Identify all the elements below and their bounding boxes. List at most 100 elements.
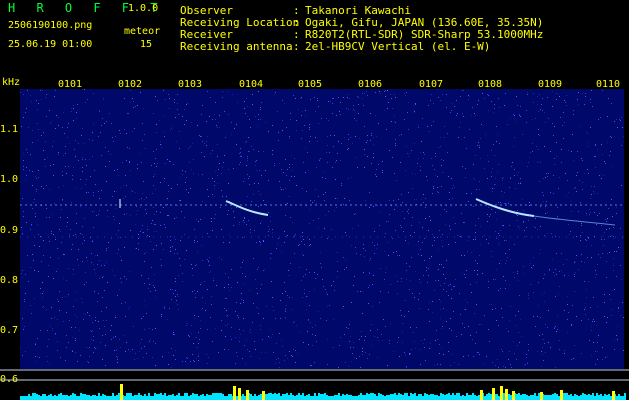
noise-speckle — [377, 357, 378, 358]
noise-speckle — [92, 240, 93, 241]
noise-speckle — [337, 252, 338, 253]
noise-speckle — [73, 120, 74, 121]
noise-speckle — [89, 347, 90, 348]
noise-speckle — [440, 309, 441, 310]
noise-speckle — [287, 235, 288, 236]
noise-speckle — [574, 188, 575, 189]
noise-speckle — [616, 251, 617, 252]
noise-speckle — [501, 191, 502, 192]
noise-speckle — [100, 342, 101, 343]
noise-speckle — [302, 254, 303, 255]
noise-speckle — [79, 330, 80, 331]
noise-speckle — [616, 276, 617, 277]
noise-speckle — [351, 361, 352, 362]
noise-speckle — [614, 349, 615, 350]
noise-speckle — [82, 171, 83, 172]
noise-speckle — [558, 188, 559, 189]
noise-speckle — [63, 155, 64, 156]
level-bar-segment — [294, 396, 296, 400]
noise-speckle — [614, 340, 615, 341]
level-bar-segment — [274, 393, 276, 400]
noise-speckle — [586, 297, 587, 298]
noise-speckle — [170, 250, 171, 251]
noise-speckle — [109, 113, 110, 114]
noise-speckle — [426, 267, 427, 268]
noise-speckle — [530, 284, 531, 285]
noise-speckle — [573, 114, 574, 115]
noise-speckle — [439, 344, 440, 345]
noise-speckle — [116, 356, 117, 357]
noise-speckle — [168, 191, 169, 192]
noise-speckle — [99, 198, 100, 199]
noise-speckle — [448, 244, 449, 245]
noise-speckle — [550, 192, 551, 193]
noise-speckle — [142, 123, 143, 124]
noise-speckle — [366, 91, 367, 92]
noise-speckle — [46, 116, 47, 117]
noise-speckle — [464, 274, 465, 275]
noise-speckle — [499, 242, 500, 243]
noise-speckle — [594, 212, 595, 213]
noise-speckle — [364, 167, 365, 168]
noise-speckle — [221, 229, 222, 230]
noise-speckle — [455, 242, 456, 243]
noise-speckle — [411, 150, 412, 151]
noise-speckle — [319, 159, 320, 160]
noise-speckle — [200, 136, 201, 137]
level-bar-segment — [430, 394, 432, 400]
noise-speckle — [539, 135, 540, 136]
noise-speckle — [76, 291, 77, 292]
noise-speckle — [322, 177, 323, 178]
noise-speckle — [120, 278, 121, 279]
noise-speckle — [118, 175, 119, 176]
noise-speckle — [47, 157, 48, 158]
noise-speckle — [46, 208, 47, 209]
noise-speckle — [495, 178, 496, 179]
noise-speckle — [160, 144, 161, 145]
noise-speckle — [444, 137, 445, 138]
level-bar-segment — [126, 393, 128, 400]
noise-speckle — [441, 328, 442, 329]
noise-speckle — [244, 218, 245, 219]
noise-speckle — [437, 187, 438, 188]
level-bar-segment — [622, 396, 624, 400]
noise-speckle — [480, 244, 481, 245]
noise-speckle — [163, 131, 164, 132]
noise-speckle — [219, 257, 220, 258]
noise-speckle — [211, 218, 212, 219]
noise-speckle — [611, 166, 612, 167]
noise-speckle — [188, 335, 189, 336]
noise-speckle — [212, 194, 213, 195]
noise-speckle — [237, 282, 238, 283]
noise-speckle — [603, 235, 604, 236]
noise-speckle — [63, 254, 64, 255]
noise-speckle — [519, 115, 520, 116]
noise-speckle — [309, 129, 310, 130]
noise-speckle — [114, 170, 115, 171]
noise-speckle — [72, 337, 73, 338]
noise-speckle — [160, 182, 161, 183]
noise-speckle — [503, 225, 504, 226]
noise-speckle — [239, 337, 240, 338]
noise-speckle — [389, 343, 390, 344]
level-bar-segment — [64, 395, 66, 400]
noise-speckle — [210, 317, 211, 318]
noise-speckle — [198, 355, 199, 356]
noise-speckle — [62, 199, 63, 200]
noise-speckle — [325, 192, 326, 193]
noise-speckle — [168, 352, 169, 353]
noise-speckle — [254, 183, 255, 184]
noise-speckle — [570, 231, 571, 232]
level-bar-segment — [476, 396, 478, 400]
noise-speckle — [52, 146, 53, 147]
noise-speckle — [577, 99, 578, 100]
noise-speckle — [247, 174, 248, 175]
noise-speckle — [90, 330, 91, 331]
noise-speckle — [207, 91, 208, 92]
level-bar-segment — [190, 395, 192, 400]
noise-speckle — [425, 198, 426, 199]
noise-speckle — [154, 231, 155, 232]
noise-speckle — [454, 187, 455, 188]
level-bar-segment — [92, 395, 94, 400]
noise-speckle — [161, 243, 162, 244]
